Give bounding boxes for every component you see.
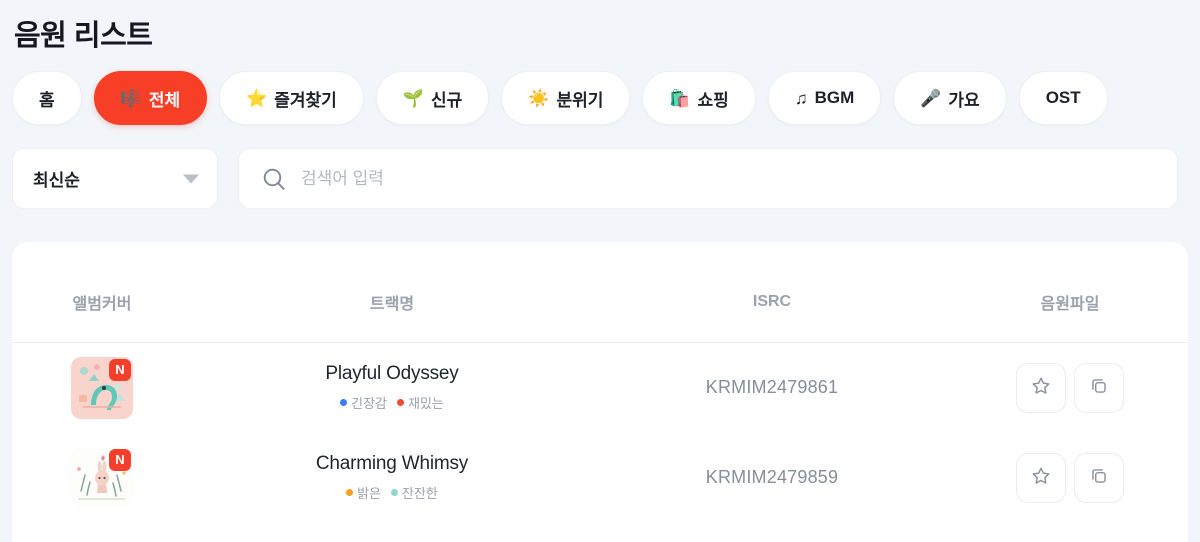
sort-select[interactable]: 최신순 [12, 148, 218, 209]
tag-dot-icon [391, 489, 399, 496]
tag-list: 긴장감 재밌는 [192, 393, 592, 412]
cell-album-cover: N [12, 343, 192, 433]
audio-file-actions [952, 452, 1188, 503]
nav-pill-label: 쇼핑 [697, 90, 729, 110]
mood-tag[interactable]: 긴장감 [340, 393, 387, 412]
star-icon: ⭐ [246, 88, 268, 108]
tag-label: 긴장감 [351, 396, 387, 412]
nav-pill-label: 홈 [39, 90, 55, 110]
nav-pill-5[interactable]: 🛍️ 쇼핑 [642, 71, 756, 125]
column-header-track-name: 트랙명 [192, 242, 592, 343]
search-input[interactable] [301, 168, 1155, 189]
nav-pill-label: 가요 [948, 90, 980, 110]
star-outline-icon [1030, 375, 1052, 400]
cell-isrc: KRMIM2479861 [592, 343, 952, 433]
chevron-down-icon [183, 174, 199, 183]
tag-dot-icon [397, 399, 404, 407]
cell-audio-file [952, 433, 1188, 523]
cell-audio-file [952, 343, 1188, 433]
microphone-icon: 🎤 [920, 88, 942, 108]
nav-pill-label: 분위기 [556, 90, 604, 110]
tag-label: 재밌는 [408, 396, 444, 412]
cell-track-name: Charming Whimsy 밝은 잔잔한 [192, 433, 592, 523]
isrc-value: KRMIM2479859 [705, 467, 839, 487]
column-header-isrc: ISRC [592, 242, 952, 343]
nav-pill-label: BGM [814, 88, 855, 107]
mood-tag[interactable]: 재밌는 [397, 393, 444, 412]
nav-pill-8[interactable]: OST [1018, 71, 1108, 125]
copy-button[interactable] [1074, 452, 1124, 503]
musical-score-icon: 🎼 [120, 88, 142, 108]
star-outline-icon [1030, 465, 1052, 490]
seedling-icon: 🌱 [402, 88, 424, 108]
nav-pill-label: 전체 [148, 90, 181, 110]
tag-label: 밝은 [357, 486, 382, 501]
tag-dot-icon [346, 489, 354, 496]
column-header-album-cover: 앨범커버 [12, 242, 192, 343]
track-table-body: N Playful Odyssey 긴장감 재밌는 KRMIM2479861 N Charm… [12, 343, 1188, 523]
mood-tag[interactable]: 잔잔한 [391, 483, 438, 502]
cell-album-cover: N [12, 433, 192, 523]
nav-pill-label: 신규 [431, 90, 463, 110]
nav-pill-6[interactable]: ♫ BGM [767, 71, 882, 125]
nav-pill-1[interactable]: 🎼 전체 [93, 71, 208, 125]
audio-file-actions [952, 362, 1188, 413]
nav-pill-4[interactable]: ☀️ 분위기 [501, 71, 631, 125]
nav-pill-0[interactable]: 홈 [12, 71, 82, 125]
controls-row: 최신순 [12, 148, 1178, 209]
nav-pill-7[interactable]: 🎤 가요 [893, 71, 1007, 125]
album-cover-image[interactable]: N [71, 446, 133, 509]
tag-label: 잔잔한 [402, 486, 438, 501]
tag-list: 밝은 잔잔한 [192, 483, 592, 502]
sort-select-value: 최신순 [33, 171, 80, 190]
table-header-row: 앨범커버 트랙명 ISRC 음원파일 [12, 242, 1188, 343]
shopping-bags-icon: 🛍️ [669, 88, 691, 108]
track-name[interactable]: Charming Whimsy [192, 453, 592, 475]
category-nav: 홈 🎼 전체 ⭐ 즐겨찾기 🌱 신규 ☀️ 분위기 🛍️ 쇼핑 ♫ BGM 🎤 가요 OST [12, 71, 1108, 125]
isrc-value: KRMIM2479861 [705, 377, 839, 398]
nav-pill-3[interactable]: 🌱 신규 [375, 71, 490, 125]
music-note-icon: ♫ [794, 88, 808, 108]
page-title: 음원 리스트 [14, 20, 153, 52]
page-root: 음원 리스트 홈 🎼 전체 ⭐ 즐겨찾기 🌱 신규 ☀️ 분위기 🛍️ 쇼핑 ♫ BGM 🎤 가요 OST 최… [0, 0, 1200, 542]
search-box[interactable] [238, 148, 1178, 209]
search-icon [263, 168, 285, 190]
copy-button[interactable] [1074, 362, 1124, 413]
track-list-card: 앨범커버 트랙명 ISRC 음원파일 N Playful Odyssey 긴장감 재밌… [12, 242, 1188, 542]
table-row[interactable]: N Playful Odyssey 긴장감 재밌는 KRMIM2479861 [12, 343, 1188, 433]
favorite-button[interactable] [1016, 452, 1066, 503]
sun-icon: ☀️ [528, 88, 550, 108]
copy-icon [1088, 375, 1110, 400]
favorite-button[interactable] [1016, 362, 1066, 413]
mood-tag[interactable]: 밝은 [346, 483, 381, 502]
cell-isrc: KRMIM2479859 [592, 433, 952, 523]
nav-pill-2[interactable]: ⭐ 즐겨찾기 [219, 71, 364, 125]
table-row[interactable]: N Charming Whimsy 밝은 잔잔한 KRMIM2479859 [12, 433, 1188, 523]
album-cover-image[interactable]: N [71, 356, 133, 419]
track-table: 앨범커버 트랙명 ISRC 음원파일 N Playful Odyssey 긴장감 재밌… [12, 242, 1188, 523]
nav-pill-label: 즐겨찾기 [274, 90, 337, 110]
nav-pill-label: OST [1045, 88, 1081, 107]
new-badge: N [109, 358, 131, 381]
copy-icon [1088, 465, 1110, 490]
tag-dot-icon [340, 399, 348, 407]
column-header-audio-file: 음원파일 [952, 242, 1188, 343]
track-name[interactable]: Playful Odyssey [192, 363, 592, 385]
new-badge: N [109, 448, 131, 471]
cell-track-name: Playful Odyssey 긴장감 재밌는 [192, 343, 592, 433]
